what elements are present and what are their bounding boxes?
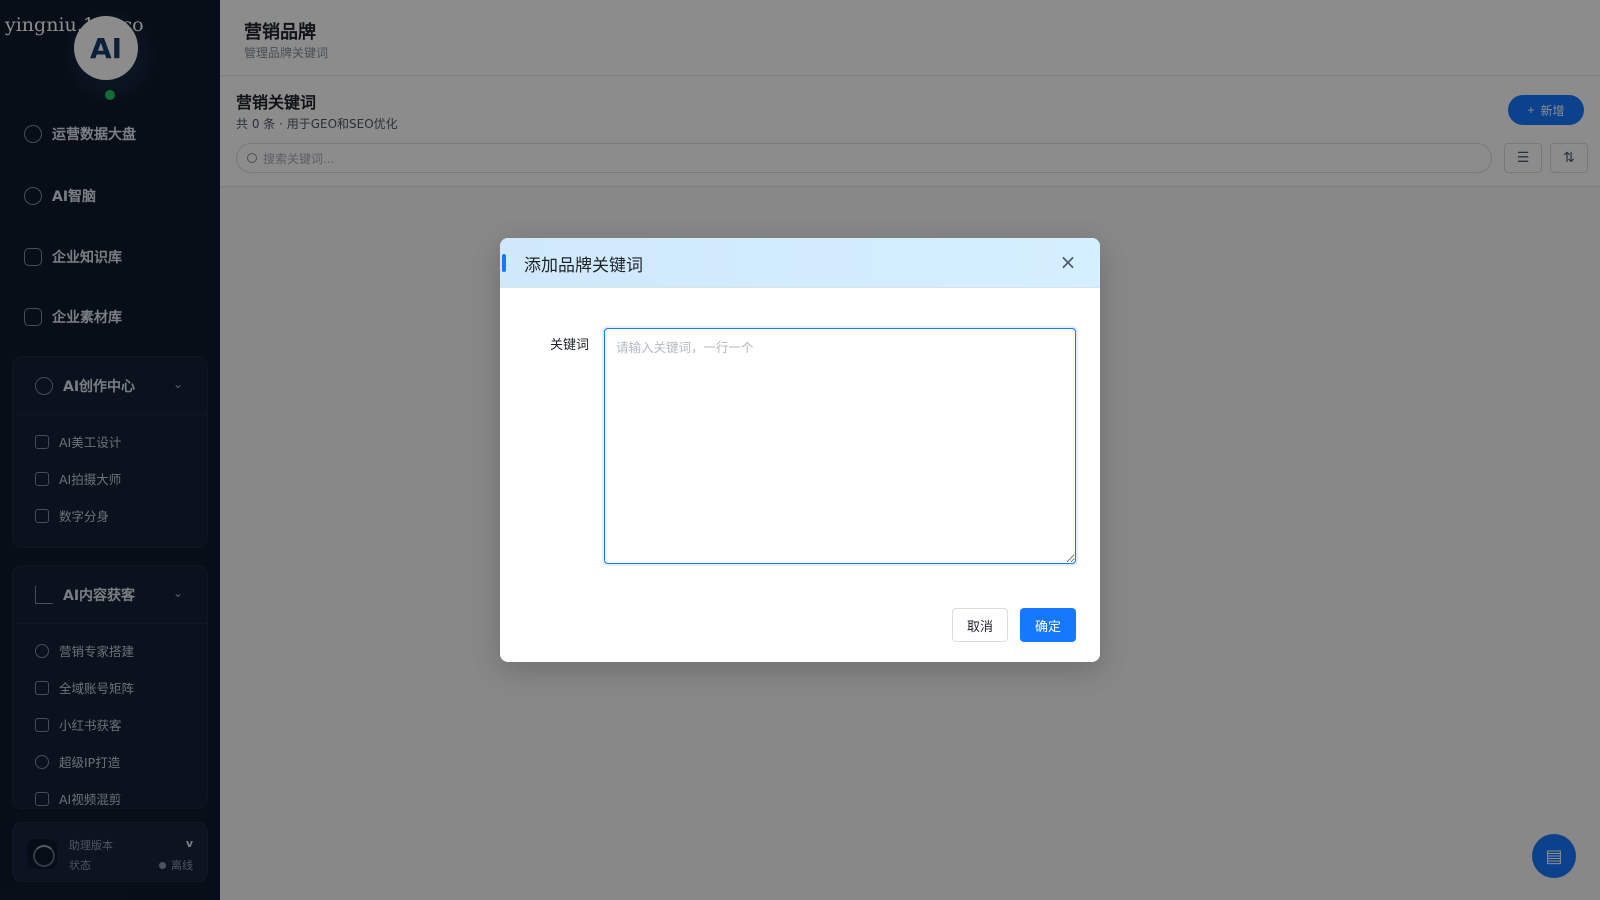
confirm-button[interactable]: 确定 bbox=[1020, 608, 1076, 642]
dialog-header: 添加品牌关键词 × bbox=[500, 238, 1100, 288]
cancel-button[interactable]: 取消 bbox=[952, 608, 1008, 642]
add-keyword-dialog: 添加品牌关键词 × 关键词 取消 确定 bbox=[500, 238, 1100, 662]
keyword-field-label: 关键词 bbox=[550, 338, 590, 353]
dialog-accent-bar bbox=[502, 254, 506, 272]
keyword-textarea[interactable] bbox=[604, 328, 1076, 564]
dialog-title: 添加品牌关键词 bbox=[524, 256, 643, 276]
close-icon[interactable]: × bbox=[1056, 250, 1080, 274]
